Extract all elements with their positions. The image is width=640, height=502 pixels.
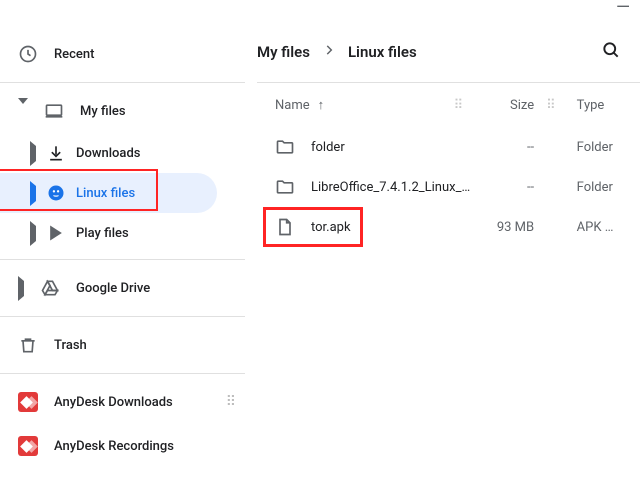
sidebar-item-linux[interactable]: Linux files bbox=[0, 173, 217, 213]
breadcrumb: My files Linux files bbox=[257, 43, 417, 61]
sidebar-item-downloads[interactable]: Downloads bbox=[0, 133, 245, 173]
chevron-down-icon bbox=[18, 104, 28, 119]
anydesk-icon bbox=[18, 392, 38, 412]
divider bbox=[0, 373, 245, 374]
sort-ascending-icon[interactable]: ↑ bbox=[318, 97, 325, 113]
clock-icon bbox=[18, 44, 38, 64]
trash-icon bbox=[18, 335, 38, 355]
file-type: Folder bbox=[563, 140, 633, 155]
column-resize-handle[interactable]: ⠿ bbox=[633, 103, 640, 108]
breadcrumb-root[interactable]: My files bbox=[257, 43, 310, 61]
file-name: LibreOffice_7.4.1.2_Linux_… bbox=[297, 180, 470, 195]
sidebar-label: Linux files bbox=[76, 186, 135, 201]
file-size: 93 MB bbox=[470, 220, 540, 235]
file-row[interactable]: tor.apk93 MB⠿APK …⠿ bbox=[257, 207, 640, 247]
sidebar-item-trash[interactable]: Trash bbox=[0, 323, 245, 367]
sidebar-item-gdrive[interactable]: Google Drive bbox=[0, 266, 245, 310]
divider bbox=[0, 82, 245, 83]
search-icon[interactable] bbox=[601, 40, 621, 64]
sidebar: Recent My files Downloads Linux files bbox=[0, 14, 245, 502]
column-size[interactable]: Size bbox=[470, 98, 540, 113]
divider bbox=[0, 259, 245, 260]
file-icon bbox=[273, 217, 297, 237]
sidebar-label: Google Drive bbox=[76, 281, 150, 296]
folder-icon bbox=[273, 137, 297, 157]
chevron-right-icon bbox=[18, 281, 24, 296]
sidebar-item-anydesk-recordings[interactable]: AnyDesk Recordings bbox=[0, 424, 245, 468]
file-type: APK … bbox=[563, 220, 633, 235]
sidebar-item-myfiles[interactable]: My files bbox=[0, 89, 245, 133]
file-row[interactable]: LibreOffice_7.4.1.2_Linux_…--⠿Folder⠿ bbox=[257, 167, 640, 207]
drag-handle-icon[interactable]: ⠿ bbox=[226, 399, 237, 405]
column-name[interactable]: Name bbox=[275, 98, 310, 113]
device-icon bbox=[44, 101, 64, 121]
column-type[interactable]: Type bbox=[563, 98, 633, 113]
file-name: tor.apk bbox=[297, 220, 470, 235]
file-size: -- bbox=[470, 180, 540, 195]
chevron-right-icon bbox=[322, 43, 336, 61]
column-resize-handle[interactable]: ⠿ bbox=[448, 103, 471, 108]
file-name: folder bbox=[297, 140, 470, 155]
sidebar-label: AnyDesk Recordings bbox=[54, 439, 174, 454]
download-icon bbox=[46, 143, 66, 163]
linux-icon bbox=[46, 183, 66, 203]
chevron-right-icon bbox=[30, 226, 36, 241]
chevron-right-icon bbox=[30, 146, 36, 161]
divider bbox=[0, 316, 245, 317]
play-store-icon bbox=[46, 223, 66, 243]
folder-icon bbox=[273, 177, 297, 197]
sidebar-label: My files bbox=[80, 104, 126, 119]
anydesk-icon bbox=[18, 436, 38, 456]
sidebar-label: AnyDesk Downloads bbox=[54, 395, 173, 410]
sidebar-item-anydesk-downloads[interactable]: AnyDesk Downloads bbox=[0, 380, 245, 424]
file-type: Folder bbox=[563, 180, 633, 195]
sidebar-label: Trash bbox=[54, 338, 87, 353]
main-panel: My files Linux files Name ↑ ⠿ bbox=[245, 14, 640, 502]
file-row[interactable]: folder--⠿Folder⠿ bbox=[257, 127, 640, 167]
sidebar-label: Play files bbox=[76, 226, 129, 241]
sidebar-item-recent[interactable]: Recent bbox=[0, 32, 245, 76]
sidebar-label: Recent bbox=[54, 47, 94, 62]
column-headers: Name ↑ ⠿ Size ⠿ Type ⠿ bbox=[257, 83, 640, 127]
breadcrumb-current[interactable]: Linux files bbox=[348, 43, 417, 61]
chevron-right-icon bbox=[30, 186, 36, 201]
file-list: folder--⠿Folder⠿LibreOffice_7.4.1.2_Linu… bbox=[257, 127, 640, 247]
sidebar-item-playfiles[interactable]: Play files bbox=[0, 213, 245, 253]
sidebar-label: Downloads bbox=[76, 146, 140, 161]
column-resize-handle[interactable]: ⠿ bbox=[540, 103, 563, 108]
google-drive-icon bbox=[40, 278, 60, 298]
file-size: -- bbox=[470, 140, 540, 155]
